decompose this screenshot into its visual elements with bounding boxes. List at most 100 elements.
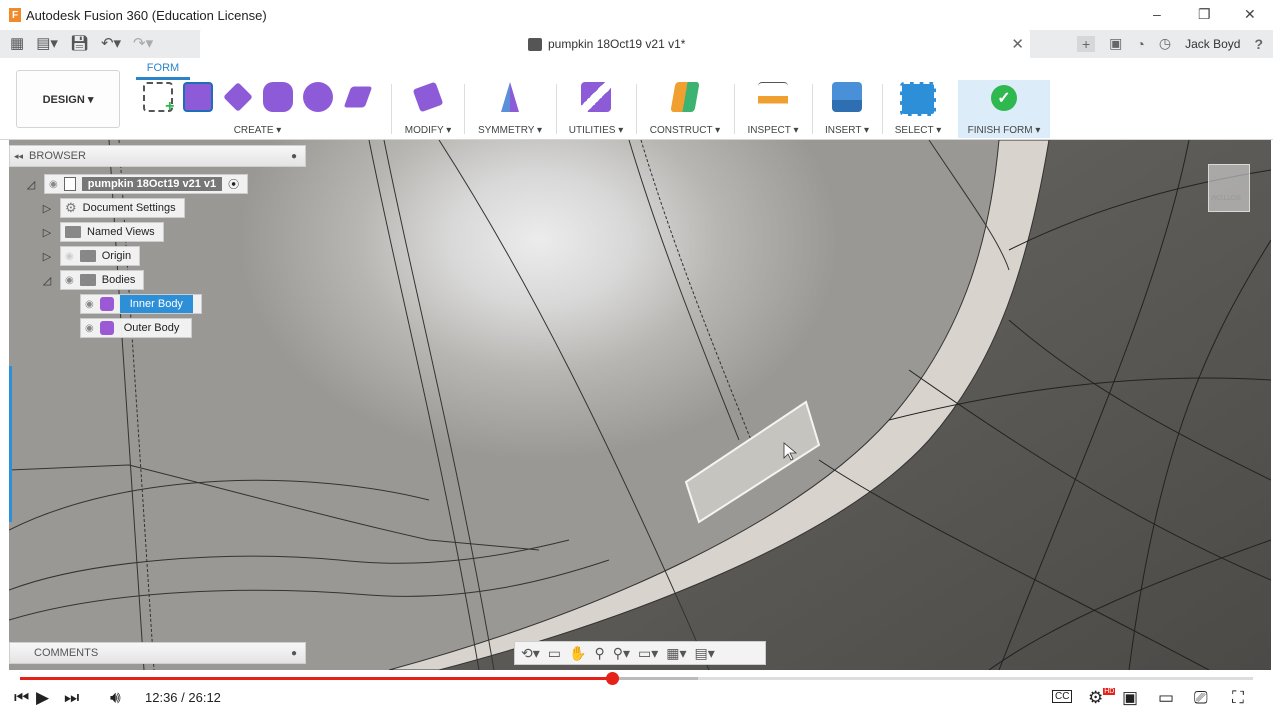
file-menu-icon[interactable]: ▤▾: [36, 34, 58, 52]
viewports-icon[interactable]: ▤▾: [695, 645, 715, 662]
eye-icon[interactable]: ◉: [65, 275, 74, 286]
user-name[interactable]: Jack Boyd: [1185, 37, 1240, 51]
construct-menu[interactable]: CONSTRUCT ▾: [642, 125, 728, 136]
create-sketch-icon[interactable]: +: [142, 82, 175, 115]
eye-hidden-icon[interactable]: ◉: [65, 251, 74, 262]
separator: [464, 84, 465, 134]
add-comment-icon[interactable]: ●: [291, 648, 297, 659]
cylinder-form-icon[interactable]: [262, 82, 293, 112]
document-icon: [63, 177, 76, 191]
separator: [734, 84, 735, 134]
restore-button[interactable]: ❐: [1198, 6, 1211, 23]
tree-label-selected: Inner Body: [119, 295, 193, 313]
help-icon[interactable]: ?: [1254, 36, 1263, 52]
save-icon[interactable]: 💾︎: [70, 34, 89, 52]
pin-browser-icon[interactable]: ●: [291, 151, 297, 162]
tree-row-root[interactable]: ◿ ◉ pumpkin 18Oct19 v21 v1 ⦿: [24, 174, 249, 194]
document-title: pumpkin 18Oct19 v21 v1*: [548, 37, 686, 51]
job-status-icon[interactable]: ◔: [1136, 36, 1144, 52]
expand-triangle-icon[interactable]: ▷: [40, 202, 54, 215]
expand-triangle-icon[interactable]: ▷: [40, 226, 54, 239]
utilities-convert-icon[interactable]: [581, 82, 611, 112]
view-cube-face-label: BOTTOM: [1211, 193, 1241, 200]
captions-button[interactable]: CC: [1052, 690, 1073, 703]
progress-scrubber[interactable]: [605, 672, 619, 685]
finish-form-button[interactable]: FINISH FORM ▾: [958, 125, 1050, 136]
collapse-browser-icon[interactable]: ◂◂: [14, 151, 23, 162]
eye-icon[interactable]: ◉: [49, 179, 58, 190]
tree-label: Bodies: [101, 274, 136, 286]
modify-edit-form-icon[interactable]: [412, 81, 444, 113]
theater-mode-icon[interactable]: ▭: [1158, 688, 1174, 708]
collapse-triangle-icon[interactable]: ◿: [40, 274, 54, 287]
select-window-icon[interactable]: [900, 82, 936, 116]
face-form-icon[interactable]: [343, 86, 372, 108]
tree-label: Named Views: [87, 226, 155, 238]
volume-icon[interactable]: 🔊︎: [110, 688, 121, 708]
box-form-icon[interactable]: [182, 82, 213, 112]
eye-icon[interactable]: ◉: [85, 299, 94, 310]
comments-icon[interactable]: ▣: [1109, 35, 1122, 52]
play-icon[interactable]: ▶: [36, 688, 49, 708]
comments-panel-header: COMMENTS ●: [9, 642, 306, 664]
tree-row-document-settings[interactable]: ▷ ⚙ Document Settings: [40, 198, 185, 218]
tab-form[interactable]: FORM: [136, 62, 190, 80]
pan-hand-icon[interactable]: ✋: [569, 645, 586, 662]
eye-icon[interactable]: ◉: [85, 323, 94, 334]
settings-gear-icon[interactable]: ⚙HD: [1088, 688, 1116, 708]
select-menu[interactable]: SELECT ▾: [888, 125, 948, 136]
create-menu[interactable]: CREATE ▾: [130, 125, 385, 136]
folder-icon: [79, 274, 96, 286]
sphere-form-icon[interactable]: [302, 82, 333, 112]
tree-row-origin[interactable]: ▷ ◉ Origin: [40, 246, 141, 266]
modify-menu[interactable]: MODIFY ▾: [396, 125, 460, 136]
view-cube[interactable]: BOTTOM: [1208, 164, 1250, 212]
undo-icon[interactable]: ↶▾: [101, 34, 121, 52]
construct-plane-icon[interactable]: [670, 82, 700, 112]
expand-triangle-icon[interactable]: ▷: [40, 250, 54, 263]
workspace-switcher[interactable]: DESIGN ▾: [16, 70, 120, 128]
zoom-icon[interactable]: ⚲: [594, 645, 604, 662]
cast-icon[interactable]: ⎚: [1194, 688, 1208, 708]
utilities-menu[interactable]: UTILITIES ▾: [562, 125, 630, 136]
separator: [882, 84, 883, 134]
symmetry-mirror-icon[interactable]: [501, 82, 519, 112]
measure-ruler-icon[interactable]: [758, 82, 788, 112]
mesh-wireframe: [9, 140, 1271, 670]
tree-row-inner-body[interactable]: ◉ Inner Body: [80, 294, 202, 314]
activate-radio-icon[interactable]: ⦿: [228, 176, 239, 192]
fit-icon[interactable]: ⚲▾: [613, 645, 630, 662]
next-icon[interactable]: ⏭: [64, 688, 79, 708]
outer-body-surface: [439, 140, 1271, 670]
canvas-viewport[interactable]: [9, 140, 1271, 670]
browser-panel-header: ◂◂ BROWSER ●: [9, 145, 306, 167]
orbit-icon[interactable]: ⟲▾: [521, 645, 540, 662]
symmetry-menu[interactable]: SYMMETRY ▾: [470, 125, 550, 136]
collapse-triangle-icon[interactable]: ◿: [24, 178, 38, 191]
miniplayer-icon[interactable]: ▣: [1122, 688, 1138, 708]
inspect-menu[interactable]: INSPECT ▾: [740, 125, 806, 136]
new-tab-icon[interactable]: +: [1076, 35, 1096, 52]
data-panel-grid-icon[interactable]: ▦: [10, 34, 24, 52]
redo-icon[interactable]: ↷▾: [133, 34, 153, 52]
insert-image-icon[interactable]: [832, 82, 862, 112]
tree-row-outer-body[interactable]: ◉ Outer Body: [80, 318, 193, 338]
plane-form-icon[interactable]: [222, 82, 253, 112]
close-tab-icon[interactable]: ✕: [1011, 35, 1024, 53]
look-at-icon[interactable]: ▭: [548, 645, 561, 662]
close-window-button[interactable]: ✕: [1244, 6, 1256, 23]
select-group: SELECT ▾: [888, 80, 948, 138]
finish-check-icon[interactable]: ✓: [991, 85, 1017, 111]
previous-icon[interactable]: ⏮: [14, 688, 29, 708]
root-component-label: pumpkin 18Oct19 v21 v1: [81, 177, 223, 191]
separator: [636, 84, 637, 134]
tree-row-bodies[interactable]: ◿ ◉ Bodies: [40, 270, 145, 290]
document-tab[interactable]: pumpkin 18Oct19 v21 v1* ✕: [200, 30, 1030, 58]
minimize-button[interactable]: –: [1153, 6, 1161, 22]
insert-menu[interactable]: INSERT ▾: [818, 125, 876, 136]
grid-settings-icon[interactable]: ▦▾: [666, 645, 686, 662]
clock-icon[interactable]: ◷: [1159, 35, 1171, 52]
fullscreen-icon[interactable]: ⛶: [1232, 688, 1244, 708]
display-settings-icon[interactable]: ▭▾: [638, 645, 658, 662]
tree-row-named-views[interactable]: ▷ Named Views: [40, 222, 164, 242]
